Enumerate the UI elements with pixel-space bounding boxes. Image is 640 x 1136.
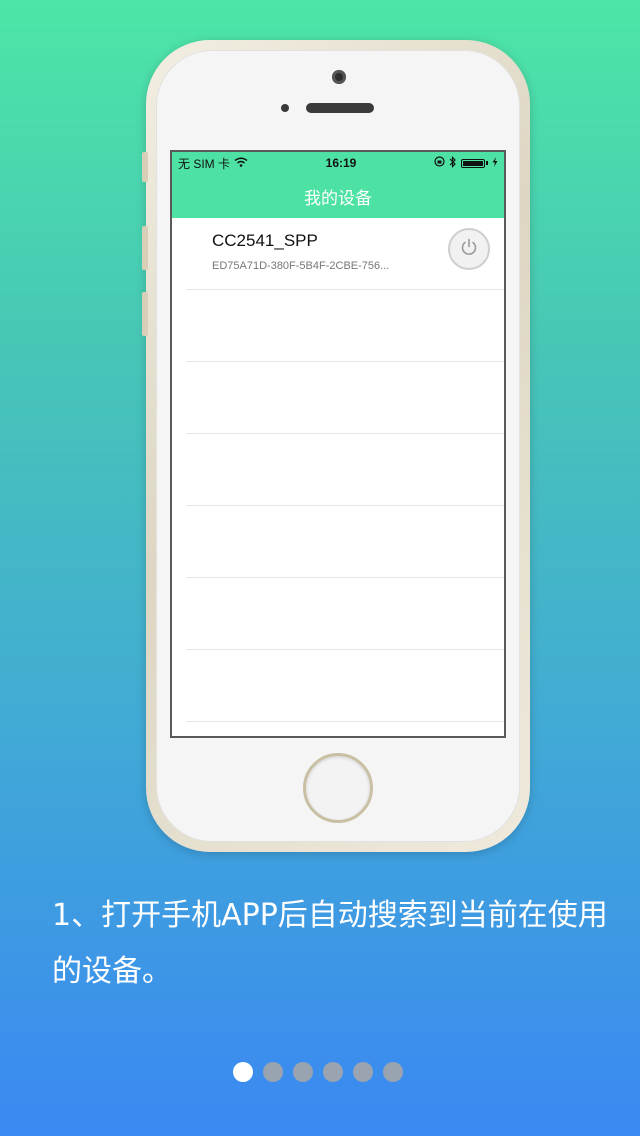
- proximity-sensor: [281, 104, 289, 112]
- phone-screen: 无 SIM 卡 16:19 我的设备 CC2541_SPP ED75A71D-3…: [170, 150, 506, 738]
- phone-mockup: 无 SIM 卡 16:19 我的设备 CC2541_SPP ED75A71D-3…: [142, 40, 530, 852]
- device-id: ED75A71D-380F-5B4F-2CBE-756...: [212, 260, 390, 272]
- home-button[interactable]: [303, 753, 373, 823]
- nav-bar: 我的设备: [172, 174, 504, 218]
- list-row-empty: [186, 506, 504, 578]
- list-row-empty: [186, 362, 504, 434]
- bluetooth-icon: [449, 155, 457, 171]
- battery-tip: [486, 161, 488, 165]
- page-dot-4[interactable]: [323, 1062, 343, 1082]
- page-indicator: [233, 1062, 403, 1082]
- power-icon: [459, 237, 479, 262]
- charging-icon: [492, 156, 498, 170]
- page-dot-3[interactable]: [293, 1062, 313, 1082]
- volume-down-button: [142, 292, 148, 336]
- volume-up-button: [142, 226, 148, 270]
- status-right: [434, 155, 498, 171]
- nav-title: 我的设备: [304, 188, 372, 208]
- page-dot-1[interactable]: [233, 1062, 253, 1082]
- list-row-empty: [186, 290, 504, 362]
- onboarding-caption: 1、打开手机APP后自动搜索到当前在使用的设备。: [52, 898, 608, 989]
- wifi-icon: [234, 156, 248, 170]
- list-row-empty: [186, 434, 504, 506]
- list-row-empty: [186, 578, 504, 650]
- page-dot-2[interactable]: [263, 1062, 283, 1082]
- page-dot-5[interactable]: [353, 1062, 373, 1082]
- mute-switch: [142, 152, 148, 182]
- list-row-empty: [186, 650, 504, 722]
- rotation-lock-icon: [434, 156, 445, 170]
- status-bar: 无 SIM 卡 16:19: [172, 152, 504, 174]
- front-camera: [332, 70, 346, 84]
- carrier-label: 无 SIM 卡: [178, 156, 231, 171]
- page-dot-6[interactable]: [383, 1062, 403, 1082]
- device-list: CC2541_SPP ED75A71D-380F-5B4F-2CBE-756..…: [172, 218, 504, 722]
- earpiece-speaker: [306, 103, 374, 113]
- device-name: CC2541_SPP: [212, 231, 318, 250]
- status-left: 无 SIM 卡: [178, 155, 248, 172]
- power-button[interactable]: [448, 228, 490, 270]
- device-row[interactable]: CC2541_SPP ED75A71D-380F-5B4F-2CBE-756..…: [186, 218, 504, 290]
- battery-icon: [461, 158, 485, 168]
- status-time: 16:19: [325, 156, 357, 170]
